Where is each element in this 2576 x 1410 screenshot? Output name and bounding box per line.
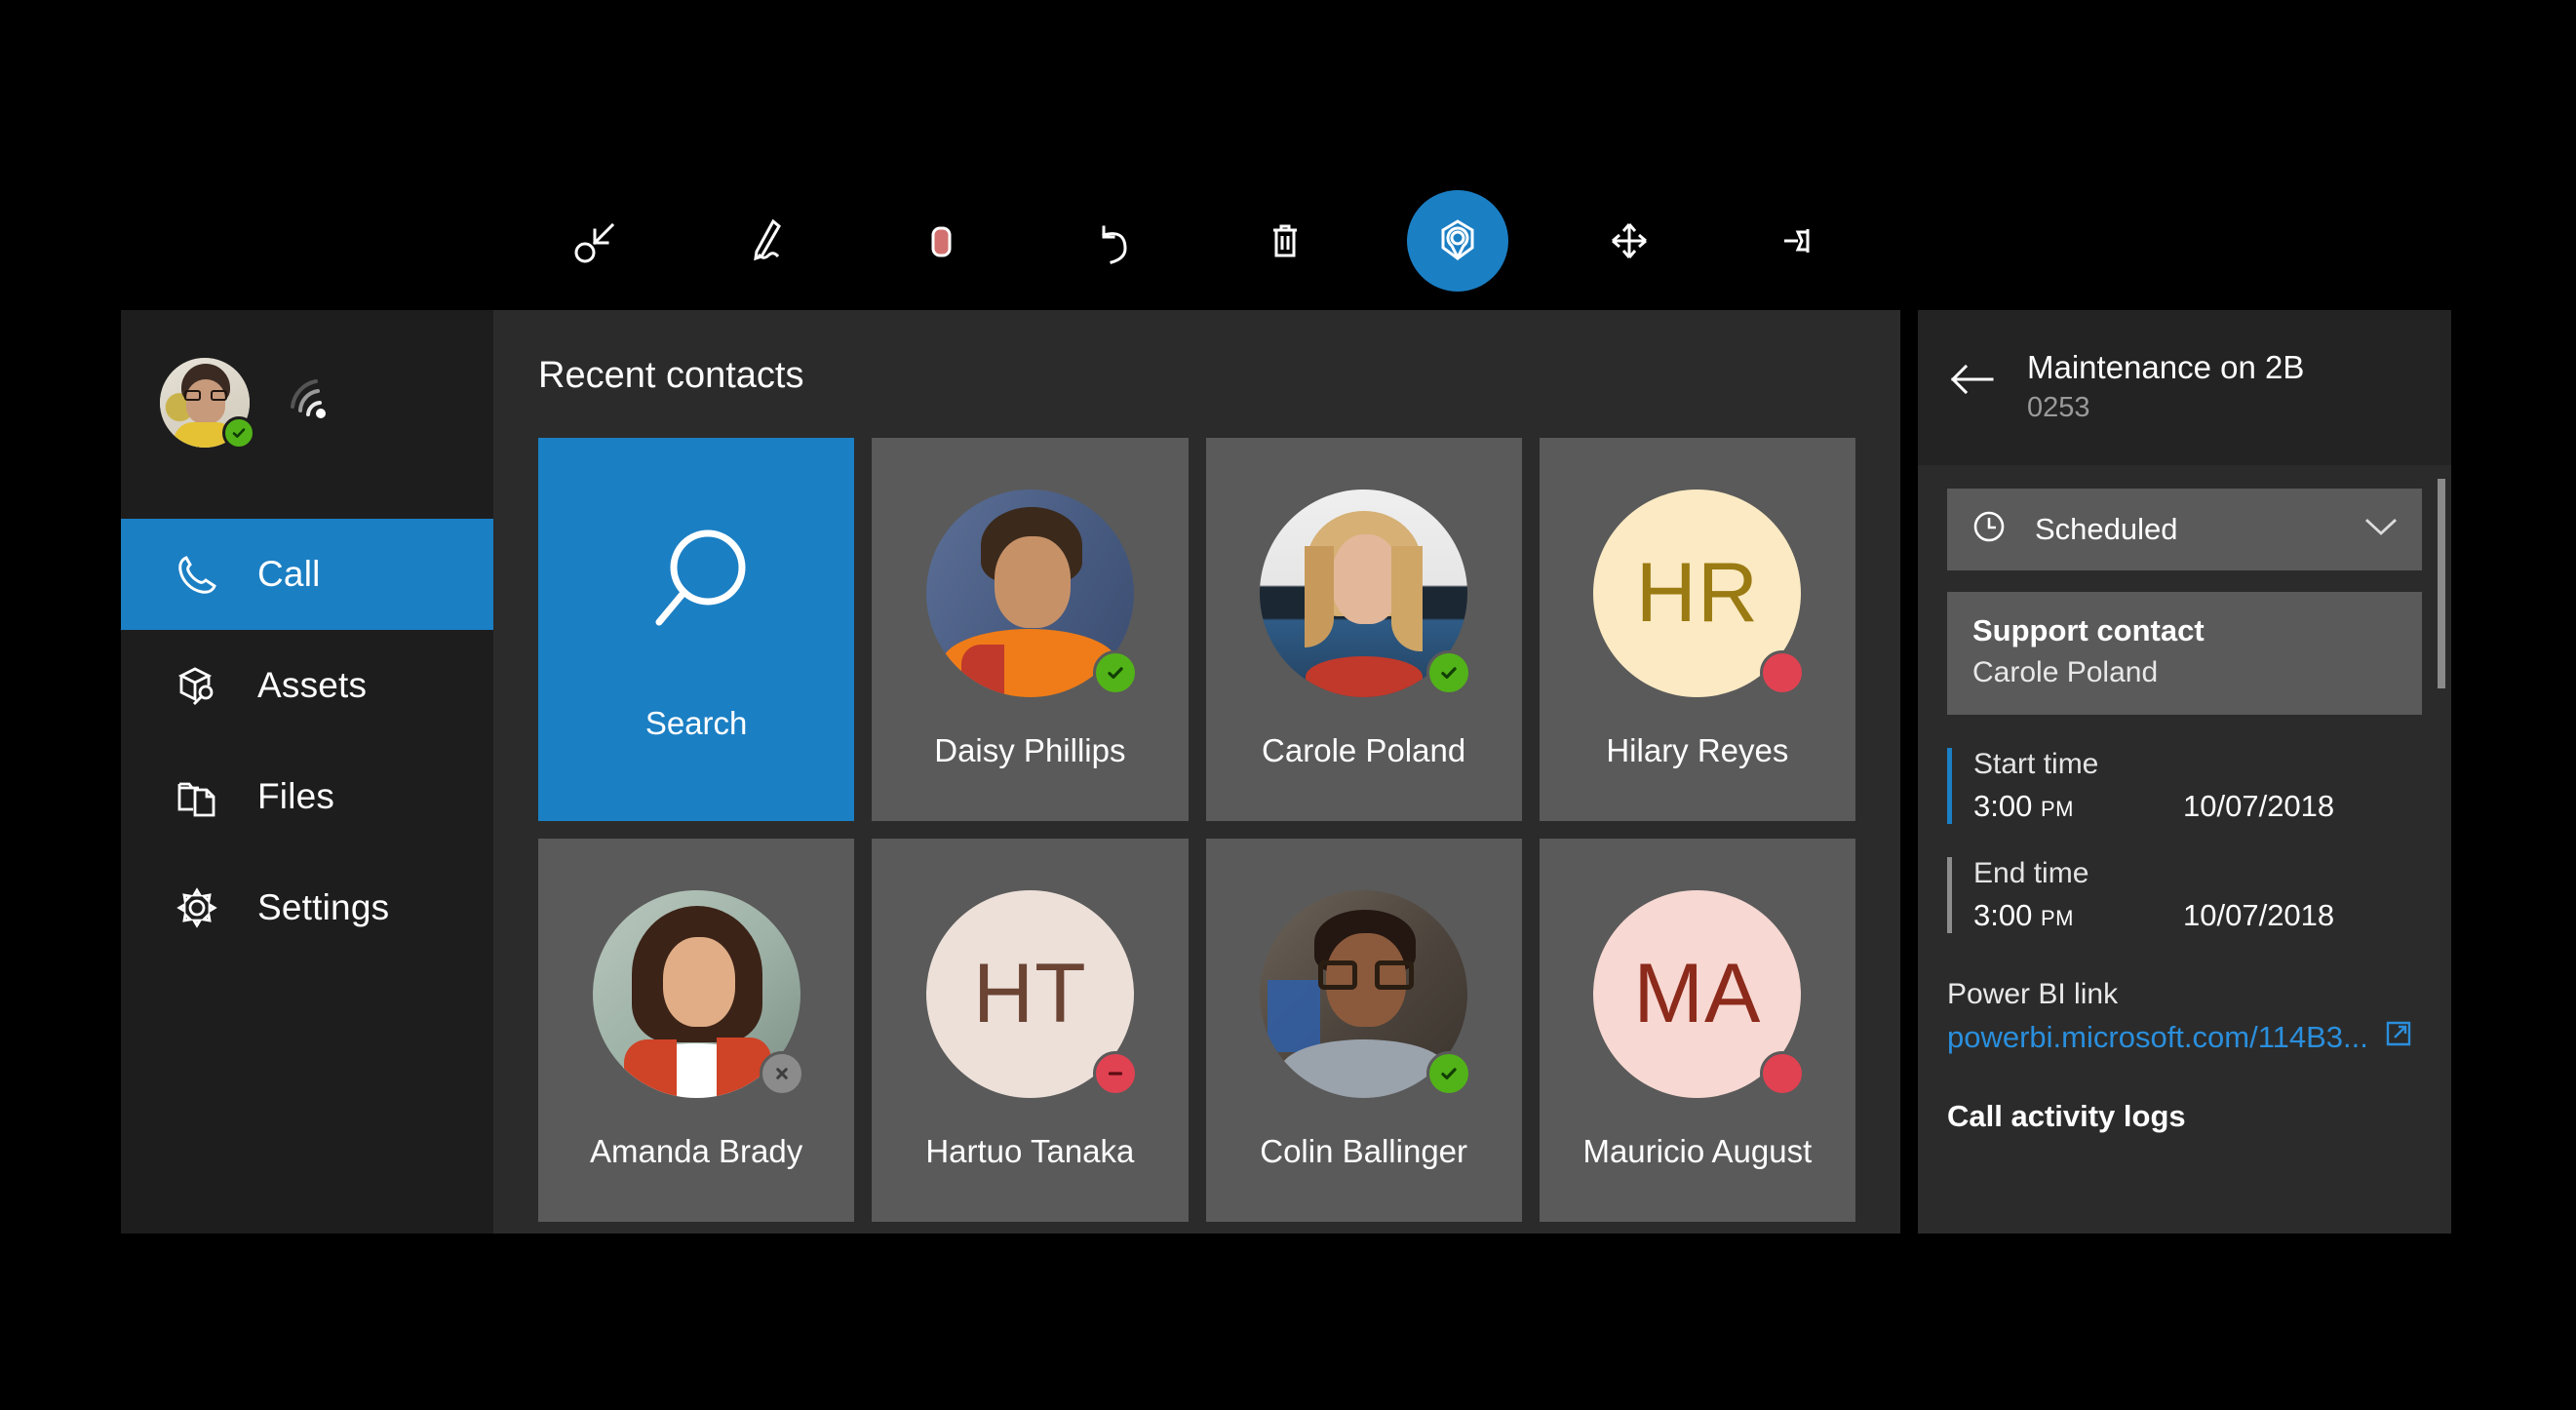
main-content: Recent contacts Search Daisy Phillips Ca… bbox=[493, 310, 1900, 1234]
search-tile-label: Search bbox=[644, 705, 748, 741]
call-activity-logs-title: Call activity logs bbox=[1947, 1098, 2186, 1133]
contact-card[interactable]: Amanda Brady bbox=[538, 839, 855, 1222]
start-time-accent-bar bbox=[1947, 747, 1952, 824]
contact-name: Colin Ballinger bbox=[1260, 1133, 1468, 1169]
contact-card[interactable]: Carole Poland bbox=[1205, 438, 1522, 821]
start-time-value: 3:00 PM bbox=[1973, 788, 2074, 823]
power-bi-block: Power BI link powerbi.microsoft.com/114B… bbox=[1947, 978, 2422, 1056]
avatar[interactable] bbox=[160, 358, 255, 450]
end-date-value: 10/07/2018 bbox=[2183, 897, 2335, 932]
contact-card[interactable]: HR Hilary Reyes bbox=[1539, 438, 1855, 821]
collapse-icon[interactable] bbox=[546, 190, 647, 292]
search-icon bbox=[628, 517, 764, 658]
end-time-label: End time bbox=[1973, 856, 2089, 889]
start-time-row: Start time 3:00 PM 10/07/2018 bbox=[1947, 747, 2422, 824]
contact-card[interactable]: Daisy Phillips bbox=[872, 438, 1189, 821]
contact-name: Hilary Reyes bbox=[1606, 732, 1789, 768]
assets-icon bbox=[172, 660, 222, 711]
phone-icon bbox=[172, 549, 222, 600]
chevron-down-icon bbox=[2363, 515, 2399, 543]
sidebar-item-label: Settings bbox=[257, 887, 390, 927]
contact-card[interactable]: HT Hartuo Tanaka bbox=[872, 839, 1189, 1222]
sidebar-item-label: Call bbox=[257, 554, 321, 594]
status-badge-available bbox=[1426, 650, 1472, 695]
contact-card[interactable]: Colin Ballinger bbox=[1205, 839, 1522, 1222]
search-tile[interactable]: Search bbox=[538, 438, 855, 821]
contact-name: Carole Poland bbox=[1262, 732, 1466, 768]
contact-name: Hartuo Tanaka bbox=[925, 1133, 1135, 1169]
status-badge-available bbox=[222, 416, 255, 450]
details-header: Maintenance on 2B 0253 bbox=[1918, 310, 2451, 465]
screen-root: Call Assets Files Settings Recent contac… bbox=[0, 0, 2576, 1410]
sidebar-item-label: Files bbox=[257, 776, 335, 816]
status-badge-dnd bbox=[1092, 1051, 1138, 1096]
power-bi-url: powerbi.microsoft.com/114B3... bbox=[1947, 1019, 2368, 1054]
contact-name: Amanda Brady bbox=[589, 1133, 803, 1169]
clock-icon bbox=[1971, 508, 2008, 550]
sidebar-nav: Call Assets Files Settings bbox=[121, 519, 493, 1006]
details-body: Scheduled Support contact Carole Poland … bbox=[1918, 465, 2451, 1234]
sidebar-item-call[interactable]: Call bbox=[121, 519, 493, 630]
files-icon bbox=[172, 771, 222, 822]
status-dropdown-label: Scheduled bbox=[2035, 511, 2178, 546]
floating-toolbar bbox=[507, 181, 1892, 300]
details-panel: Maintenance on 2B 0253 Scheduled Support… bbox=[1900, 310, 2451, 1234]
status-badge-busy bbox=[1760, 1051, 1806, 1096]
sidebar-item-settings[interactable]: Settings bbox=[121, 852, 493, 963]
color-swatch-icon[interactable] bbox=[890, 190, 992, 292]
contact-card[interactable]: MA Mauricio August bbox=[1539, 839, 1855, 1222]
status-badge-offline bbox=[759, 1051, 804, 1096]
support-contact-name: Carole Poland bbox=[1972, 655, 2159, 688]
contact-name: Mauricio August bbox=[1582, 1133, 1813, 1169]
support-contact-title: Support contact bbox=[1972, 612, 2205, 647]
power-bi-label: Power BI link bbox=[1947, 977, 2119, 1010]
wifi-icon bbox=[287, 377, 343, 429]
sidebar-item-assets[interactable]: Assets bbox=[121, 630, 493, 741]
contact-name: Daisy Phillips bbox=[934, 732, 1126, 768]
end-time-accent-bar bbox=[1947, 856, 1952, 933]
end-time-row: End time 3:00 PM 10/07/2018 bbox=[1947, 856, 2422, 933]
details-subtitle: 0253 bbox=[2027, 391, 2090, 423]
sidebar-item-files[interactable]: Files bbox=[121, 741, 493, 852]
status-badge-available bbox=[1092, 650, 1138, 695]
end-time-value: 3:00 PM bbox=[1973, 897, 2074, 932]
undo-icon[interactable] bbox=[1063, 190, 1164, 292]
left-sidebar: Call Assets Files Settings bbox=[121, 310, 493, 1234]
power-bi-link[interactable]: powerbi.microsoft.com/114B3... bbox=[1947, 1019, 2422, 1056]
pin-icon[interactable] bbox=[1751, 190, 1853, 292]
ink-pen-icon[interactable] bbox=[719, 190, 820, 292]
delete-icon[interactable] bbox=[1234, 190, 1336, 292]
sidebar-item-label: Assets bbox=[257, 665, 368, 705]
app-window: Call Assets Files Settings Recent contac… bbox=[121, 310, 2451, 1234]
profile-section bbox=[121, 310, 493, 495]
page-title: Recent contacts bbox=[538, 355, 804, 396]
status-badge-available bbox=[1426, 1051, 1472, 1096]
gear-icon bbox=[172, 882, 222, 933]
start-time-label: Start time bbox=[1973, 747, 2099, 780]
scrollbar-thumb[interactable] bbox=[2438, 478, 2445, 688]
contacts-grid: Search Daisy Phillips Carole Poland HR H… bbox=[538, 438, 1855, 1222]
start-date-value: 10/07/2018 bbox=[2183, 788, 2335, 823]
move-icon[interactable] bbox=[1579, 190, 1680, 292]
status-badge-busy bbox=[1760, 650, 1806, 695]
status-dropdown[interactable]: Scheduled bbox=[1947, 488, 2422, 570]
back-arrow-icon[interactable] bbox=[1945, 353, 1998, 406]
details-scrollbar[interactable] bbox=[2438, 478, 2445, 1200]
anchor-marker-icon[interactable] bbox=[1406, 190, 1508, 292]
details-title: Maintenance on 2B bbox=[2027, 349, 2305, 385]
external-link-icon bbox=[2384, 1019, 2413, 1056]
support-contact-box[interactable]: Support contact Carole Poland bbox=[1947, 591, 2422, 715]
